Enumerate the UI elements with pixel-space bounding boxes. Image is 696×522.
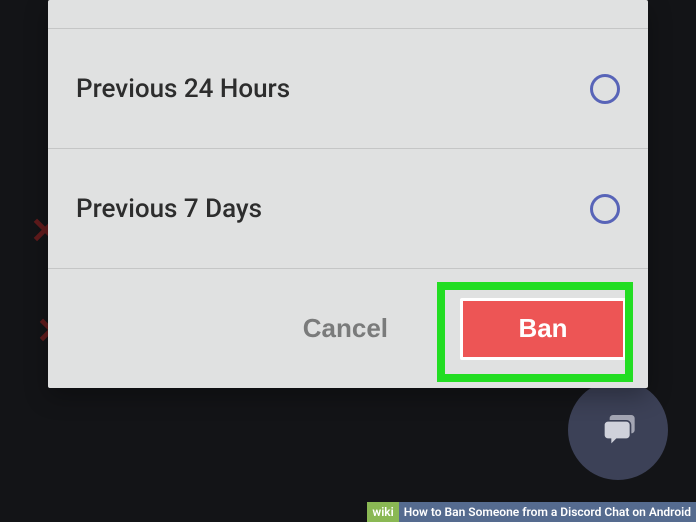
caption-bar: wiki How to Ban Someone from a Discord C…: [367, 502, 696, 522]
dialog-actions: Cancel Ban: [48, 268, 648, 388]
option-previous-7-days[interactable]: Previous 7 Days: [48, 148, 648, 268]
chat-fab[interactable]: [568, 380, 668, 480]
dialog-header: [48, 0, 648, 28]
option-label: Previous 7 Days: [76, 194, 262, 224]
cancel-button[interactable]: Cancel: [303, 313, 388, 344]
option-label: Previous 24 Hours: [76, 74, 290, 104]
radio-unchecked-icon: [590, 194, 620, 224]
caption-prefix: wiki: [367, 502, 398, 522]
caption-text: How to Ban Someone from a Discord Chat o…: [399, 502, 696, 522]
ban-button[interactable]: Ban: [460, 298, 626, 360]
radio-unchecked-icon: [590, 74, 620, 104]
ban-dialog: Previous 24 Hours Previous 7 Days Cancel…: [48, 0, 648, 388]
chat-icon: [598, 410, 638, 450]
option-previous-24-hours[interactable]: Previous 24 Hours: [48, 28, 648, 148]
